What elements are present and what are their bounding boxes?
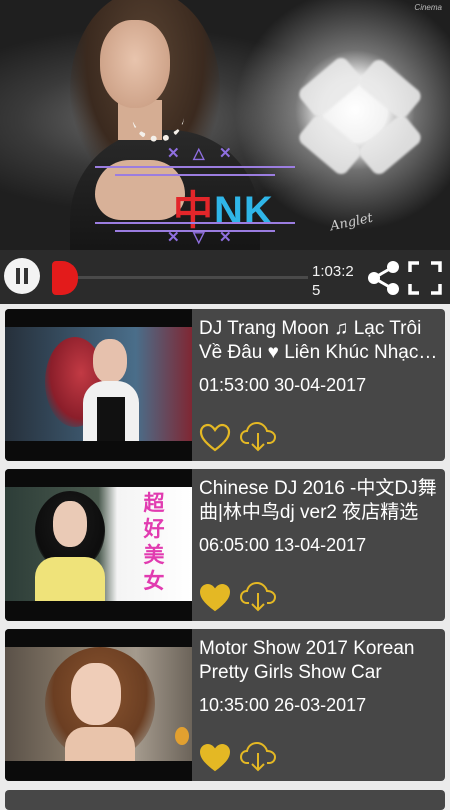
favorite-button[interactable]	[199, 423, 231, 453]
seek-bar[interactable]	[64, 276, 308, 279]
cross-icon: ✕	[219, 145, 232, 162]
player-controls: 1:03:25	[0, 250, 450, 304]
download-button[interactable]	[239, 421, 277, 453]
fullscreen-button[interactable]	[407, 260, 443, 296]
thumbnail-caption: 超好美女	[143, 492, 165, 593]
thumbnail-image	[5, 647, 192, 761]
video-thumbnail[interactable]	[5, 629, 192, 781]
heart-filled-icon	[199, 743, 231, 772]
fullscreen-icon	[408, 261, 442, 295]
video-signature: Anglet	[328, 210, 375, 235]
video-subject-face	[100, 20, 170, 108]
thumbnail-image	[5, 327, 192, 441]
cloud-download-icon	[239, 581, 277, 612]
cross-icon: ✕	[167, 145, 180, 162]
triangle-icon: △	[193, 145, 205, 162]
heart-outline-icon	[199, 423, 231, 452]
cloud-download-icon	[239, 741, 277, 772]
video-meta: 10:35:00 26-03-2017	[199, 695, 367, 715]
video-meta: 06:05:00 13-04-2017	[199, 535, 367, 555]
video-item[interactable]: 超好美女 Chinese DJ 2016 -中文DJ舞曲|林中鸟dj ver2 …	[5, 469, 445, 621]
stage-light	[356, 112, 424, 178]
share-icon	[368, 261, 399, 295]
seek-thumb[interactable]	[52, 261, 78, 295]
favorite-button[interactable]	[199, 583, 231, 613]
video-thumbnail[interactable]: 超好美女	[5, 469, 192, 621]
share-button[interactable]	[366, 260, 402, 296]
logo-line	[95, 166, 295, 168]
video-title: DJ Trang Moon ♫ Lạc Trôi Về Đâu ♥ Liên K…	[199, 318, 422, 363]
download-button[interactable]	[239, 741, 277, 773]
video-meta: 01:53:00 30-04-2017	[199, 375, 367, 395]
video-item[interactable]: DJ Trang Moon ♫ Lạc Trôi Về Đâu ♥ Liên K…	[5, 309, 445, 461]
triangle-down-icon: ▽	[193, 229, 205, 246]
thumbnail-image: 超好美女	[5, 487, 192, 601]
favorite-button[interactable]	[199, 743, 231, 773]
video-item-partial[interactable]	[5, 790, 445, 810]
cross-icon: ✕	[219, 229, 232, 246]
video-watermark: Cinema	[414, 3, 442, 12]
heart-filled-icon	[199, 583, 231, 612]
video-title: Motor Show 2017 Korean Pretty Girls Show…	[199, 638, 415, 683]
video-thumbnail[interactable]	[5, 309, 192, 461]
cloud-download-icon	[239, 421, 277, 452]
channel-logo: △ ✕ ✕ 中NK ✕ ▽ ✕	[95, 145, 295, 246]
cross-icon: ✕	[167, 229, 180, 246]
video-player[interactable]: △ ✕ ✕ 中NK ✕ ▽ ✕ Anglet Cinema	[0, 0, 450, 250]
download-button[interactable]	[239, 581, 277, 613]
stage-light	[356, 56, 424, 122]
logo-line	[115, 174, 275, 176]
stage-light	[296, 54, 364, 120]
logo-line	[95, 222, 295, 224]
elapsed-time: 1:03:25	[312, 263, 354, 299]
video-title: Chinese DJ 2016 -中文DJ舞曲|林中鸟dj ver2 夜店精选	[199, 478, 437, 523]
video-item[interactable]: Motor Show 2017 Korean Pretty Girls Show…	[5, 629, 445, 781]
stage-light	[296, 112, 364, 178]
pause-button[interactable]	[4, 258, 40, 294]
